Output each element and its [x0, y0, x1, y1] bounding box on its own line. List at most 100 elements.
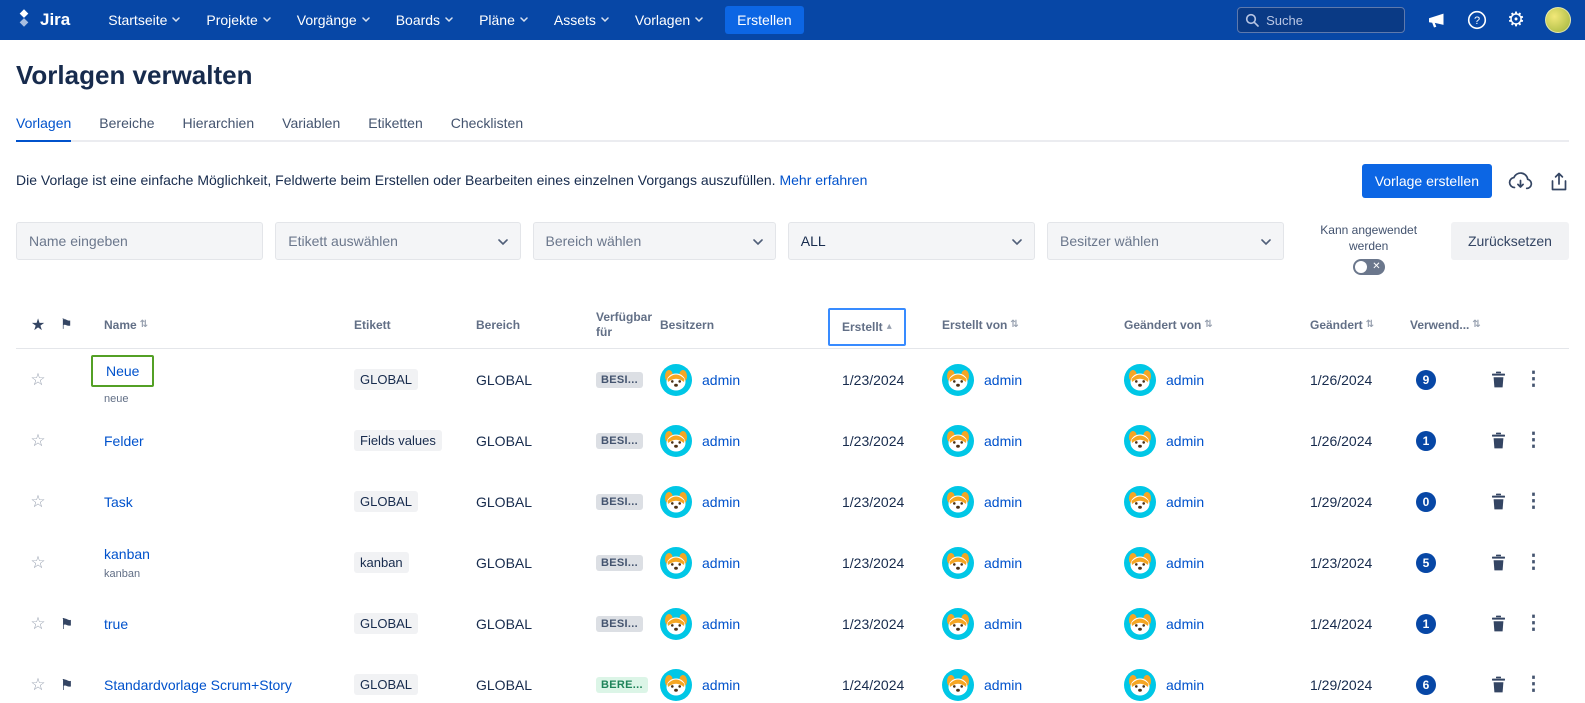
help-icon[interactable]: ?	[1467, 10, 1487, 30]
create-template-button[interactable]: Vorlage erstellen	[1362, 164, 1492, 198]
create-button[interactable]: Erstellen	[725, 6, 803, 34]
usage-badge[interactable]: 6	[1416, 675, 1436, 695]
tab-vorlagen[interactable]: Vorlagen	[16, 115, 71, 142]
gear-icon[interactable]: ⚙	[1507, 10, 1525, 30]
created-by-link[interactable]: admin	[984, 494, 1022, 510]
name-filter-input[interactable]	[16, 222, 263, 260]
more-actions-button[interactable]: ⋮	[1520, 610, 1547, 637]
more-actions-button[interactable]: ⋮	[1520, 427, 1547, 454]
template-name-link[interactable]: Felder	[104, 433, 144, 449]
nav-item-projekte[interactable]: Projekte	[206, 12, 270, 28]
star-icon[interactable]: ☆	[30, 492, 45, 512]
flag-column-icon[interactable]: ⚑	[60, 316, 73, 333]
delete-button[interactable]	[1487, 611, 1510, 636]
header-erstellt[interactable]: Erstellt ▴	[842, 306, 942, 344]
template-name-link[interactable]: Standardvorlage Scrum+Story	[104, 677, 292, 693]
header-besitzern[interactable]: Besitzern	[660, 318, 842, 332]
more-actions-button[interactable]: ⋮	[1520, 549, 1547, 576]
owner-filter-select[interactable]: Besitzer wählen	[1047, 222, 1284, 260]
header-verfuegbar-fuer[interactable]: Verfügbar für	[596, 310, 660, 340]
usage-badge[interactable]: 1	[1416, 614, 1436, 634]
tab-variablen[interactable]: Variablen	[282, 115, 340, 142]
user-avatar[interactable]	[1545, 7, 1571, 33]
tab-etiketten[interactable]: Etiketten	[368, 115, 422, 142]
nav-item-startseite[interactable]: Startseite	[108, 12, 180, 28]
created-by-link[interactable]: admin	[984, 372, 1022, 388]
nav-item-assets[interactable]: Assets	[554, 12, 609, 28]
tab-bereiche[interactable]: Bereiche	[99, 115, 154, 142]
owner-link[interactable]: admin	[702, 494, 740, 510]
delete-button[interactable]	[1487, 428, 1510, 453]
usage-badge[interactable]: 9	[1416, 370, 1436, 390]
reset-button[interactable]: Zurücksetzen	[1451, 222, 1569, 260]
created-date: 1/23/2024	[842, 494, 904, 510]
modified-by-link[interactable]: admin	[1166, 616, 1204, 632]
owner-link[interactable]: admin	[702, 555, 740, 571]
jira-logo[interactable]: Jira	[14, 8, 70, 33]
header-geaendert-von[interactable]: Geändert von⇅	[1124, 318, 1310, 332]
created-by-link[interactable]: admin	[984, 433, 1022, 449]
star-icon[interactable]: ☆	[30, 553, 45, 573]
chevron-down-icon	[520, 17, 528, 23]
header-etikett[interactable]: Etikett	[354, 318, 476, 332]
delete-button[interactable]	[1487, 550, 1510, 575]
delete-button[interactable]	[1487, 367, 1510, 392]
header-bereich[interactable]: Bereich	[476, 318, 596, 332]
template-name-link[interactable]: true	[104, 616, 128, 632]
chevron-down-icon	[1012, 233, 1022, 249]
learn-more-link[interactable]: Mehr erfahren	[779, 172, 867, 188]
delete-button[interactable]	[1487, 489, 1510, 514]
export-icon[interactable]	[1549, 171, 1569, 192]
more-actions-button[interactable]: ⋮	[1520, 671, 1547, 698]
label-filter-select[interactable]: Etikett auswählen	[275, 222, 520, 260]
megaphone-icon[interactable]	[1427, 11, 1447, 29]
scope-filter-select[interactable]: Bereich wählen	[533, 222, 776, 260]
header-erstellt-von[interactable]: Erstellt von⇅	[942, 318, 1124, 332]
header-verwendungen[interactable]: Verwend...⇅	[1410, 318, 1476, 332]
header-name[interactable]: Name⇅	[94, 318, 354, 332]
owner-link[interactable]: admin	[702, 372, 740, 388]
label-value: GLOBAL	[354, 674, 418, 695]
star-icon[interactable]: ☆	[30, 431, 45, 451]
star-column-icon[interactable]: ★	[31, 315, 45, 335]
star-icon[interactable]: ☆	[30, 370, 45, 390]
nav-item-plaene[interactable]: Pläne	[479, 12, 528, 28]
usage-badge[interactable]: 5	[1416, 553, 1436, 573]
star-icon[interactable]: ☆	[30, 614, 45, 634]
template-name-link[interactable]: Task	[104, 494, 133, 510]
template-name-link[interactable]: Neue	[91, 355, 154, 387]
scope-value: GLOBAL	[476, 555, 532, 571]
modified-by-link[interactable]: admin	[1166, 677, 1204, 693]
modified-by-link[interactable]: admin	[1166, 494, 1204, 510]
usage-badge[interactable]: 1	[1416, 431, 1436, 451]
delete-button[interactable]	[1487, 672, 1510, 697]
more-actions-button[interactable]: ⋮	[1520, 488, 1547, 515]
header-geaendert[interactable]: Geändert⇅	[1310, 318, 1410, 332]
label-value: kanban	[354, 552, 409, 573]
import-cloud-icon[interactable]	[1508, 171, 1533, 192]
nav-item-vorgaenge[interactable]: Vorgänge	[297, 12, 370, 28]
template-name-link[interactable]: kanban	[104, 546, 150, 562]
created-by-link[interactable]: admin	[984, 677, 1022, 693]
all-filter-select[interactable]: ALL	[788, 222, 1035, 260]
created-by-link[interactable]: admin	[984, 555, 1022, 571]
star-icon[interactable]: ☆	[30, 675, 45, 695]
chevron-down-icon	[362, 17, 370, 23]
table-row: ☆ ⚑ Neue neue GLOBAL GLOBAL BESI... admi…	[16, 349, 1569, 410]
search-input[interactable]	[1237, 7, 1405, 33]
nav-item-vorlagen[interactable]: Vorlagen	[635, 12, 703, 28]
modified-by-link[interactable]: admin	[1166, 372, 1204, 388]
applicable-toggle[interactable]: ✕	[1353, 259, 1385, 275]
owner-link[interactable]: admin	[702, 616, 740, 632]
owner-link[interactable]: admin	[702, 433, 740, 449]
modified-by-link[interactable]: admin	[1166, 555, 1204, 571]
tab-hierarchien[interactable]: Hierarchien	[183, 115, 255, 142]
created-by-link[interactable]: admin	[984, 616, 1022, 632]
modified-by-link[interactable]: admin	[1166, 433, 1204, 449]
nav-item-boards[interactable]: Boards	[396, 12, 453, 28]
scope-value: GLOBAL	[476, 677, 532, 693]
more-actions-button[interactable]: ⋮	[1520, 366, 1547, 393]
usage-badge[interactable]: 0	[1416, 492, 1436, 512]
owner-link[interactable]: admin	[702, 677, 740, 693]
tab-checklisten[interactable]: Checklisten	[451, 115, 523, 142]
